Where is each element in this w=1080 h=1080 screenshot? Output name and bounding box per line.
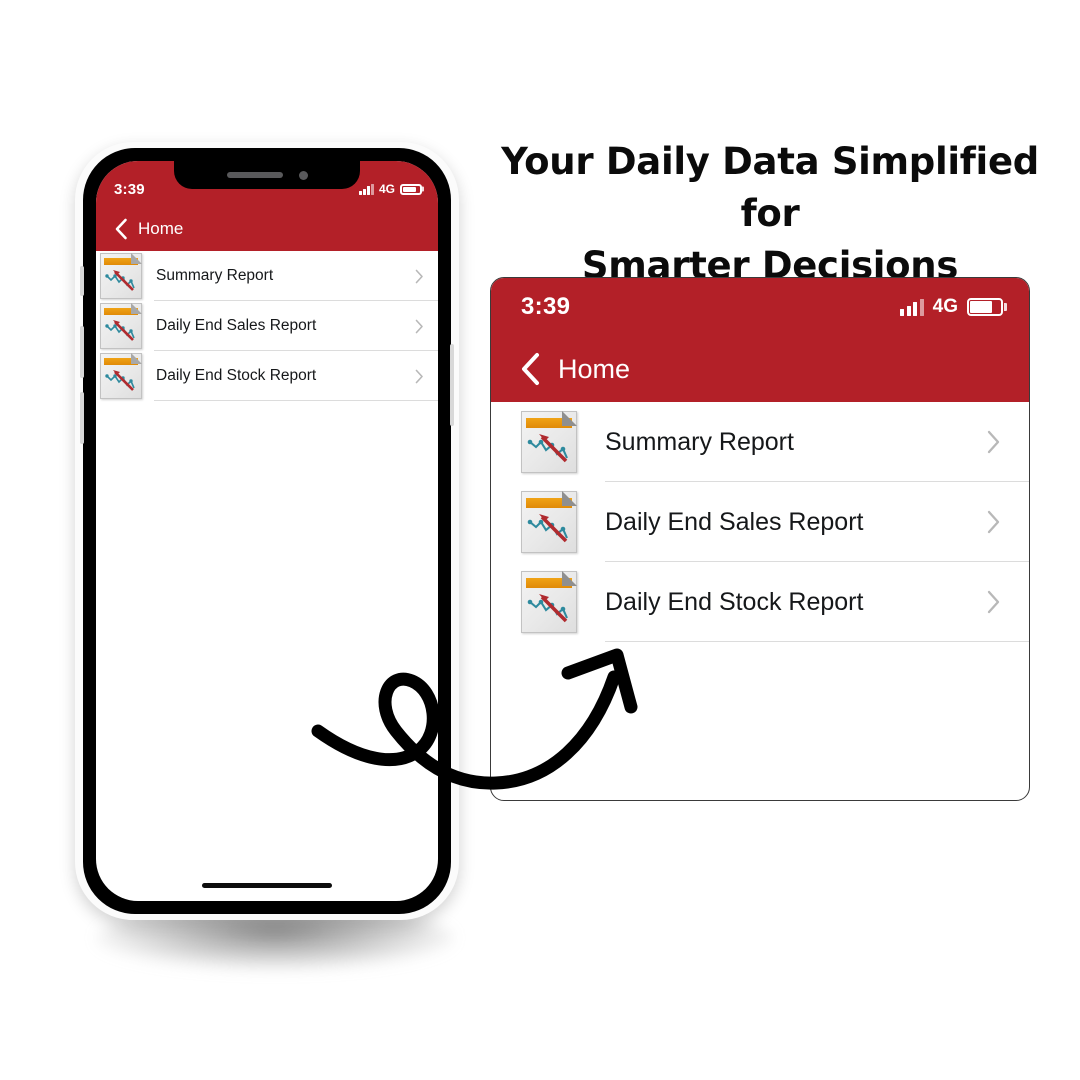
status-bar-indicators: 4G bbox=[359, 172, 424, 196]
list-item[interactable]: Summary Report bbox=[96, 251, 438, 301]
report-document-icon bbox=[521, 411, 577, 473]
phone-volume-up-button[interactable] bbox=[80, 326, 84, 378]
chevron-right-icon[interactable] bbox=[986, 589, 1001, 615]
page-headline: Your Daily Data Simplified for Smarter D… bbox=[470, 136, 1070, 292]
list-item-label: Daily End Sales Report bbox=[156, 317, 317, 334]
nav-bar-title: Home bbox=[558, 353, 631, 384]
report-document-icon bbox=[100, 353, 142, 399]
list-item-label: Daily End Stock Report bbox=[156, 367, 317, 384]
phone-mute-switch[interactable] bbox=[80, 266, 84, 296]
list-item-label: Summary Report bbox=[605, 427, 794, 456]
list-item-label: Summary Report bbox=[156, 267, 274, 284]
report-document-icon bbox=[100, 303, 142, 349]
list-item[interactable]: Daily End Sales Report bbox=[96, 301, 438, 351]
phone-nav-bar: Home bbox=[96, 207, 438, 251]
panel-status-bar: 3:39 4G bbox=[491, 278, 1029, 336]
enlarged-app-panel: 3:39 4G Home Summary Report Daily End Sa… bbox=[490, 277, 1030, 801]
nav-bar-title: Home bbox=[138, 219, 184, 238]
signal-bars-icon bbox=[359, 183, 374, 195]
report-document-icon bbox=[100, 253, 142, 299]
phone-mockup: 3:39 4G Home Summary Report Daily End Sa… bbox=[75, 142, 459, 920]
chevron-right-icon[interactable] bbox=[986, 429, 1001, 455]
battery-icon bbox=[400, 183, 424, 195]
front-camera-icon bbox=[298, 170, 308, 180]
chevron-right-icon[interactable] bbox=[415, 269, 424, 284]
headline-line-1: Your Daily Data Simplified for bbox=[501, 140, 1039, 235]
list-item-label: Daily End Stock Report bbox=[605, 587, 864, 616]
chevron-right-icon[interactable] bbox=[986, 509, 1001, 535]
panel-report-list: Summary Report Daily End Sales Report Da… bbox=[491, 402, 1029, 642]
list-item-label: Daily End Sales Report bbox=[605, 507, 864, 536]
report-document-icon bbox=[521, 571, 577, 633]
status-bar-indicators: 4G bbox=[900, 296, 1007, 318]
phone-notch bbox=[174, 161, 360, 189]
list-item[interactable]: Daily End Stock Report bbox=[96, 351, 438, 401]
phone-bezel: 3:39 4G Home Summary Report Daily End Sa… bbox=[80, 148, 454, 914]
chevron-right-icon[interactable] bbox=[415, 369, 424, 384]
chevron-right-icon[interactable] bbox=[415, 319, 424, 334]
signal-bars-icon bbox=[900, 298, 924, 316]
panel-nav-bar: Home bbox=[491, 336, 1029, 402]
chevron-left-icon[interactable] bbox=[519, 352, 541, 386]
phone-power-button[interactable] bbox=[450, 344, 454, 426]
network-type-label: 4G bbox=[378, 182, 395, 196]
network-type-label: 4G bbox=[932, 296, 958, 317]
chevron-left-icon[interactable] bbox=[114, 218, 128, 240]
list-item[interactable]: Daily End Stock Report bbox=[491, 562, 1029, 642]
phone-screen: 3:39 4G Home Summary Report Daily End Sa… bbox=[96, 161, 438, 901]
report-document-icon bbox=[521, 491, 577, 553]
list-item[interactable]: Daily End Sales Report bbox=[491, 482, 1029, 562]
battery-icon bbox=[967, 298, 1007, 316]
home-indicator-bar bbox=[202, 883, 332, 888]
list-item[interactable]: Summary Report bbox=[491, 402, 1029, 482]
status-bar-time: 3:39 bbox=[114, 180, 145, 198]
phone-volume-down-button[interactable] bbox=[80, 392, 84, 444]
phone-report-list: Summary Report Daily End Sales Report Da… bbox=[96, 251, 438, 401]
speaker-grill-icon bbox=[226, 172, 283, 178]
status-bar-time: 3:39 bbox=[521, 293, 571, 320]
